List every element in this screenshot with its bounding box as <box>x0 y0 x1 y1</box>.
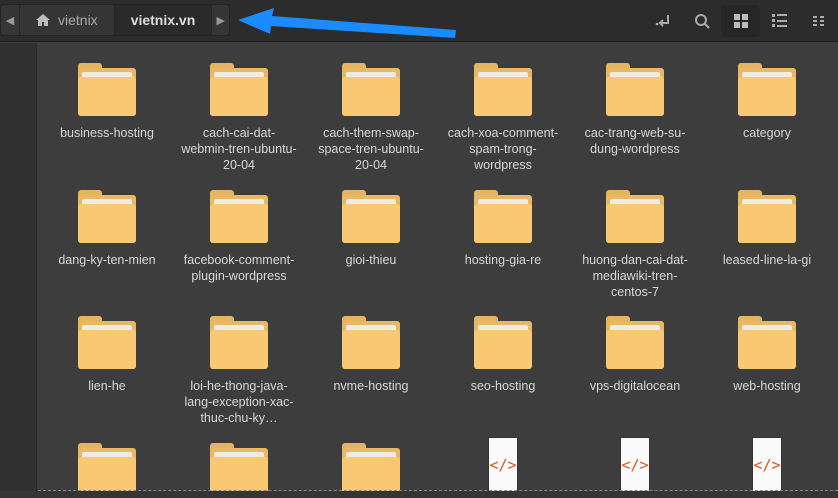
folder-item[interactable]: business-hosting <box>43 63 171 141</box>
compact-view-icon <box>812 16 824 26</box>
folder-icon <box>342 442 400 496</box>
grid-view-icon <box>733 14 748 28</box>
folder-icon <box>738 63 796 116</box>
header-bar: ◀ vietnix vietnix.vn ▶ <box>0 0 838 42</box>
annotation-arrow-icon <box>238 8 456 38</box>
breadcrumb-label: vietnix <box>58 12 98 28</box>
compact-view-button[interactable] <box>799 5 838 37</box>
file-name: cach-cai-dat-webmin-tren-ubuntu-20-04 <box>181 126 297 172</box>
folder-icon <box>738 316 796 369</box>
breadcrumb-label: vietnix.vn <box>130 12 196 28</box>
folder-icon <box>342 316 400 369</box>
breadcrumb-item-current[interactable]: vietnix.vn <box>113 5 212 35</box>
folder-item[interactable]: huong-dan-cai-dat-mediawiki-tren-centos-… <box>571 189 699 300</box>
folder-item[interactable]: dang-ky-ten-mien <box>43 189 171 268</box>
folder-item[interactable]: lien-he <box>43 316 171 394</box>
grid-view-button[interactable] <box>721 5 760 37</box>
file-name: cach-them-swap-space-tren-ubuntu-20-04 <box>318 126 424 172</box>
open-location-icon <box>655 15 669 27</box>
file-name: facebook-comment-plugin-wordpress <box>183 252 295 283</box>
folder-icon <box>210 189 268 243</box>
folder-item[interactable]: vps-digitalocean <box>571 316 699 394</box>
folder-icon <box>210 442 268 496</box>
folder-icon <box>78 316 136 369</box>
file-name: vps-digitalocean <box>589 379 681 393</box>
file-grid: business-hosting cach-cai-dat-webmin-tren… <box>38 43 838 498</box>
folder-icon <box>474 316 532 369</box>
folder-item[interactable]: web-hosting <box>703 316 831 394</box>
file-name: web-hosting <box>733 379 801 393</box>
folder-item[interactable] <box>307 442 435 496</box>
folder-item[interactable]: seo-hosting <box>439 316 567 394</box>
breadcrumb-item-home[interactable]: vietnix <box>19 5 114 35</box>
code-glyph: </> <box>489 456 517 474</box>
file-name: seo-hosting <box>470 379 536 393</box>
folder-item[interactable]: category <box>703 63 831 141</box>
folder-icon <box>342 189 400 243</box>
chevron-right-icon: ▶ <box>216 14 226 27</box>
folder-icon <box>606 316 664 369</box>
breadcrumb-forward-button[interactable]: ▶ <box>211 5 229 35</box>
file-name: loi-he-thong-java-lang-exception-xac-thu… <box>184 379 294 425</box>
search-icon <box>694 14 710 29</box>
folder-item[interactable]: cach-xoa-comment-spam-trong-wordpress <box>439 63 567 173</box>
folder-icon <box>738 189 796 243</box>
folder-item[interactable]: cac-trang-web-su-dung-wordpress <box>571 63 699 157</box>
file-name: business-hosting <box>60 126 154 140</box>
file-item[interactable]: </> <box>703 436 831 494</box>
folder-icon <box>78 63 136 116</box>
toolbar <box>643 0 838 42</box>
code-file-icon: </> <box>752 436 782 494</box>
file-name: gioi-thieu <box>345 252 397 267</box>
file-name: huong-dan-cai-dat-mediawiki-tren-centos-… <box>582 252 688 299</box>
list-view-button[interactable] <box>760 5 799 37</box>
folder-icon <box>606 63 664 116</box>
breadcrumb: ◀ vietnix vietnix.vn ▶ <box>0 4 231 36</box>
code-glyph: </> <box>753 456 781 474</box>
folder-item[interactable] <box>175 442 303 496</box>
folder-item[interactable]: gioi-thieu <box>307 189 435 268</box>
file-name: hosting-gia-re <box>464 252 542 267</box>
code-glyph: </> <box>621 456 649 474</box>
folder-item[interactable]: cach-them-swap-space-tren-ubuntu-20-04 <box>307 63 435 173</box>
folder-icon <box>78 189 136 243</box>
folder-icon <box>210 63 268 116</box>
folder-item[interactable]: nvme-hosting <box>307 316 435 394</box>
folder-icon <box>210 316 268 369</box>
folder-item[interactable]: loi-he-thong-java-lang-exception-xac-thu… <box>175 316 303 426</box>
folder-icon <box>474 189 532 243</box>
file-name: lien-he <box>88 379 126 393</box>
folder-item[interactable]: hosting-gia-re <box>439 189 567 268</box>
folder-item[interactable]: facebook-comment-plugin-wordpress <box>175 189 303 284</box>
open-location-button[interactable] <box>643 5 682 37</box>
file-name: cach-xoa-comment-spam-trong-wordpress <box>447 126 559 172</box>
folder-item[interactable]: cach-cai-dat-webmin-tren-ubuntu-20-04 <box>175 63 303 173</box>
file-name: leased-line-la-gi <box>722 252 812 267</box>
code-file-icon: </> <box>488 436 518 494</box>
status-bar <box>0 491 838 498</box>
code-file-icon: </> <box>620 436 650 494</box>
folder-icon <box>78 442 136 496</box>
sidebar <box>0 43 37 498</box>
file-name: nvme-hosting <box>333 379 409 393</box>
file-name: cac-trang-web-su-dung-wordpress <box>584 126 686 156</box>
search-button[interactable] <box>682 5 721 37</box>
folder-icon <box>474 63 532 116</box>
breadcrumb-back-button[interactable]: ◀ <box>1 5 19 35</box>
file-name: category <box>743 126 791 140</box>
folder-icon <box>342 63 400 116</box>
chevron-left-icon: ◀ <box>5 14 15 27</box>
file-item[interactable]: </> <box>439 436 567 494</box>
folder-item[interactable] <box>43 442 171 496</box>
folder-item[interactable]: leased-line-la-gi <box>703 189 831 268</box>
list-view-icon <box>772 14 787 27</box>
file-name: dang-ky-ten-mien <box>58 252 156 267</box>
file-item[interactable]: </> <box>571 436 699 494</box>
home-icon <box>36 14 50 26</box>
folder-icon <box>606 189 664 243</box>
